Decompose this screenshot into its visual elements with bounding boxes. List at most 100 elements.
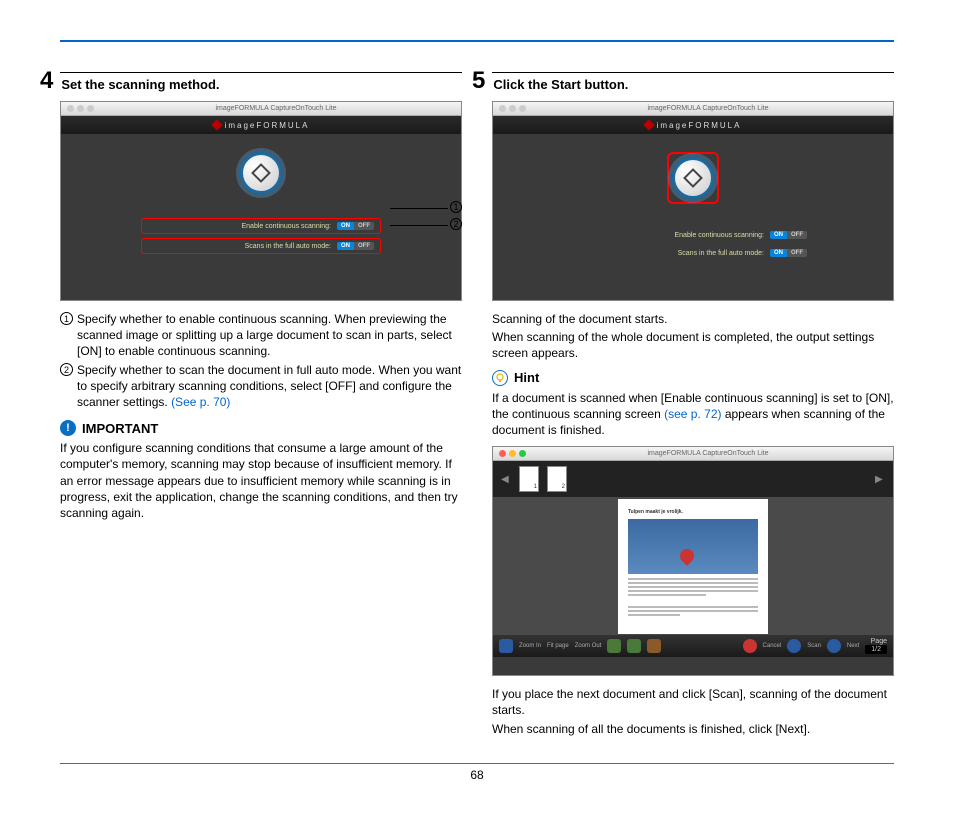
toggle-auto-mode[interactable]: ON OFF [337,242,374,250]
next-button-icon[interactable] [827,639,841,653]
step-4-header: 4 Set the scanning method. [60,72,462,95]
option-label: Scans in the full auto mode: [579,250,764,257]
hint-label: Hint [514,370,539,385]
toggle-continuous[interactable]: ON OFF [770,231,807,239]
prev-arrow-icon[interactable]: ◀ [501,474,511,485]
body-text: When scanning of all the documents is fi… [492,721,894,737]
start-scan-button[interactable] [672,157,714,199]
rotate-right-icon[interactable] [627,639,641,653]
important-text: If you configure scanning conditions tha… [60,440,462,521]
header-rule [60,40,894,42]
hint-text: If a document is scanned when [Enable co… [492,390,894,439]
next-arrow-icon[interactable]: ▶ [875,474,885,485]
option-continuous-scanning: Enable continuous scanning: ON OFF [141,218,381,234]
brand-text: imageFORMULA [657,121,742,130]
traffic-light-close-icon [499,450,506,457]
step-number: 5 [472,69,485,93]
diamond-icon [251,163,271,183]
step-title: Set the scanning method. [61,77,219,92]
two-column-layout: 4 Set the scanning method. imageFORMULA … [60,72,894,745]
option-continuous-scanning: Enable continuous scanning: ON OFF [573,228,813,242]
cross-reference-link[interactable]: (See p. 70) [171,395,230,409]
zoom-in-icon[interactable] [499,639,513,653]
toggle-continuous[interactable]: ON OFF [337,222,374,230]
body-text: Scanning of the document starts. [492,311,894,327]
important-icon: ! [60,420,76,436]
traffic-light-icon [509,105,516,112]
toolbar-label: Zoom In [519,643,541,649]
brand-logo-icon [643,119,654,130]
window-title: imageFORMULA CaptureOnTouch Lite [529,450,887,457]
page-indicator: Page 1/2 [865,638,887,654]
footer: 68 [60,763,894,782]
toolbar-label: Fit page [547,643,569,649]
toolbar-label: Scan [807,643,821,649]
start-button-wrap [667,152,719,204]
highlight-box [667,152,719,204]
app-body: Enable continuous scanning: ON OFF Scans… [61,134,461,300]
item-text: Specify whether to enable continuous sca… [77,311,462,360]
left-column: 4 Set the scanning method. imageFORMULA … [60,72,462,745]
rotate-left-icon[interactable] [607,639,621,653]
screenshot-wrapper-4: imageFORMULA CaptureOnTouch Lite imageFO… [60,101,462,301]
option-label: Scans in the full auto mode: [148,243,331,250]
toggle-off: OFF [354,222,374,230]
preview-pane: Tulpen maakt je vrolijk. [493,497,893,635]
step-title: Click the Start button. [493,77,628,92]
important-callout-header: ! IMPORTANT [60,420,462,436]
cancel-button-icon[interactable] [743,639,757,653]
thumbnail[interactable]: 1 [519,466,539,492]
mac-window-titlebar: imageFORMULA CaptureOnTouch Lite [493,447,893,461]
cross-reference-link[interactable]: (see p. 72) [664,407,721,421]
window-title: imageFORMULA CaptureOnTouch Lite [529,105,887,112]
page-number: 68 [470,768,483,782]
option-full-auto-mode: Scans in the full auto mode: ON OFF [141,238,381,254]
callout-leader-line [390,225,448,226]
step-5-header: 5 Click the Start button. [492,72,894,95]
step-number: 4 [40,69,53,93]
item-text-part: Specify whether to scan the document in … [77,363,461,409]
toggle-on: ON [337,242,354,250]
mac-window-titlebar: imageFORMULA CaptureOnTouch Lite [493,102,893,116]
important-label: IMPORTANT [82,421,158,436]
list-item: 1 Specify whether to enable continuous s… [60,311,462,360]
toggle-auto-mode[interactable]: ON OFF [770,249,807,257]
right-column: 5 Click the Start button. imageFORMULA C… [492,72,894,745]
item-number: 2 [60,363,73,376]
diamond-icon [683,168,703,188]
scan-button-icon[interactable] [787,639,801,653]
thumb-number: 1 [534,484,537,490]
thumbnail[interactable]: 2 [547,466,567,492]
body-text: If you place the next document and click… [492,686,894,718]
body-text: When scanning of the whole document is c… [492,329,894,361]
preview-toolbar: Zoom In Fit page Zoom Out Cancel Scan Ne… [493,635,893,657]
callout-number: 2 [450,218,462,230]
hint-icon [492,370,508,386]
toggle-on: ON [770,249,787,257]
toggle-on: ON [337,222,354,230]
page-value: 1/2 [865,645,887,654]
callout-2: 2 [450,218,462,230]
item-text: Specify whether to scan the document in … [77,362,462,411]
scan-options: Enable continuous scanning: ON OFF Scans… [141,218,381,258]
lightbulb-icon [495,373,505,383]
mac-window-titlebar: imageFORMULA CaptureOnTouch Lite [61,102,461,116]
toolbar-label: Next [847,643,859,649]
delete-icon[interactable] [647,639,661,653]
toggle-off: OFF [787,249,807,257]
option-label: Enable continuous scanning: [579,232,764,239]
callout-number: 1 [450,201,462,213]
toolbar-label: Cancel [763,643,782,649]
numbered-list: 1 Specify whether to enable continuous s… [60,311,462,410]
thumbnail-strip: ◀ 1 2 ▶ [493,461,893,497]
hint-callout-header: Hint [492,370,894,386]
brand-logo-icon [211,119,222,130]
app-brand-bar: imageFORMULA [61,116,461,134]
toggle-on: ON [770,231,787,239]
traffic-light-icon [499,105,506,112]
screenshot-continuous-scanning: imageFORMULA CaptureOnTouch Lite ◀ 1 2 ▶… [492,446,894,676]
toggle-off: OFF [787,231,807,239]
scan-options: Enable continuous scanning: ON OFF Scans… [573,228,813,264]
window-title: imageFORMULA CaptureOnTouch Lite [97,105,455,112]
start-scan-button[interactable] [240,152,282,194]
